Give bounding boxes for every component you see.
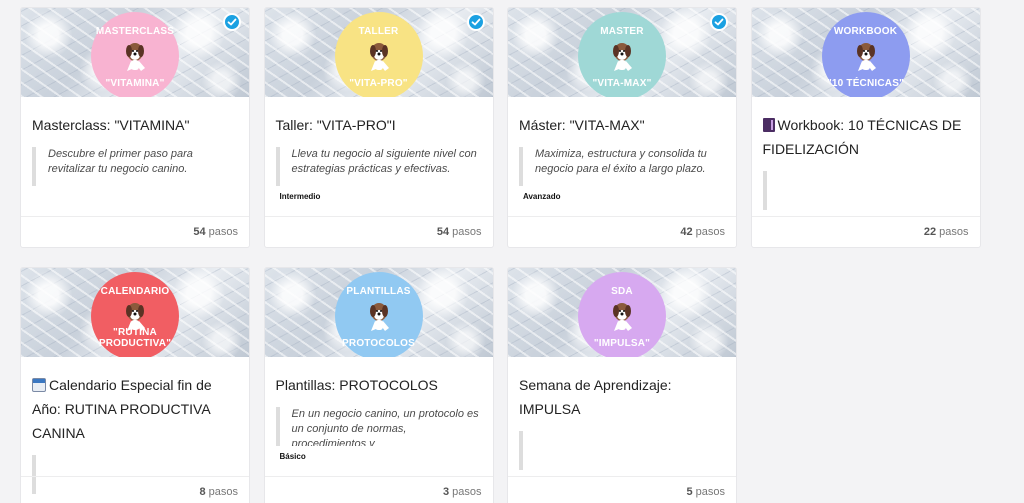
step-count-label: pasos	[695, 226, 725, 238]
check-circle-icon	[466, 13, 485, 31]
step-count-number: 54	[436, 226, 450, 238]
course-excerpt-text: Maximiza, estructura y consolida tu nego…	[535, 148, 707, 175]
course-card-calendario[interactable]: CALENDARIO "RUTINA PRODUCTIVA" Calendari…	[20, 267, 250, 503]
step-count-number: 3	[442, 486, 450, 498]
course-badge-bottom-text: "RUTINA PRODUCTIVA"	[98, 327, 172, 349]
course-card-footer: 54 pasos	[264, 216, 493, 247]
course-excerpt: En un negocio canino, un protocolo es un…	[275, 407, 482, 446]
course-title-text: Workbook: 10 TÉCNICAS DE FIDELIZACIÓN	[762, 117, 962, 157]
course-title[interactable]: Calendario Especial fin de Año: RUTINA P…	[32, 373, 238, 445]
course-step-count: 54 pasos	[193, 226, 238, 238]
calendar-icon	[32, 378, 46, 392]
course-card-footer: 3 pasos	[264, 476, 493, 503]
course-card-workbook[interactable]: WORKBOOK "10 TÉCNICAS" Workbook: 10 TÉCN…	[750, 7, 981, 248]
course-excerpt	[762, 171, 969, 210]
course-badge-bottom-text: "VITAMINA"	[105, 78, 165, 89]
dabbing-dog-icon	[613, 303, 632, 331]
course-level-label: Intermedio	[279, 192, 321, 201]
course-badge: TALLER "VITA-PRO"	[334, 12, 423, 97]
course-step-count: 42 pasos	[680, 226, 725, 238]
step-count-label: pasos	[939, 226, 969, 238]
course-card-impulsa[interactable]: SDA "IMPULSA" Semana de Aprendizaje: IMP…	[507, 267, 737, 503]
course-excerpt: Lleva tu negocio al siguiente nivel con …	[275, 147, 482, 186]
course-grid: MASTERCLASS "VITAMINA" Masterclass: "VIT…	[20, 7, 981, 503]
course-badge: SDA "IMPULSA"	[578, 272, 666, 357]
course-excerpt-text: Lleva tu negocio al siguiente nivel con …	[291, 148, 477, 175]
course-title[interactable]: Semana de Aprendizaje: IMPULSA	[519, 373, 725, 421]
course-card-footer: 22 pasos	[751, 216, 980, 247]
course-badge-bottom-text: "10 TÉCNICAS"	[826, 78, 905, 89]
course-title[interactable]: Plantillas: PROTOCOLOS	[276, 373, 482, 397]
course-title[interactable]: Máster: "VITA-MAX"	[519, 113, 725, 137]
course-excerpt-text: En un negocio canino, un protocolo es un…	[291, 408, 479, 446]
course-step-count: 54 pasos	[437, 226, 482, 238]
course-card-body: Semana de Aprendizaje: IMPULSA	[508, 357, 736, 478]
course-excerpt-text: Descubre el primer paso para revitalizar…	[48, 148, 193, 175]
dabbing-dog-icon	[856, 43, 876, 71]
dabbing-dog-icon	[369, 303, 389, 331]
course-badge: MASTERCLASS "VITAMINA"	[91, 12, 179, 97]
step-count-number: 42	[680, 226, 693, 238]
course-badge: MASTER "VITA-MAX"	[578, 12, 666, 97]
course-title-text: Calendario Especial fin de Año: RUTINA P…	[32, 377, 212, 441]
step-count-label: pasos	[452, 486, 482, 498]
course-cover-image: TALLER "VITA-PRO"	[264, 8, 493, 97]
course-card-footer: 54 pasos	[21, 216, 249, 247]
step-count-number: 5	[686, 486, 693, 498]
course-card-vita-pro[interactable]: TALLER "VITA-PRO" Taller: "VITA-PRO"I Ll…	[263, 7, 494, 248]
course-card-body: Calendario Especial fin de Año: RUTINA P…	[21, 357, 249, 494]
course-card-body: Taller: "VITA-PRO"I Lleva tu negocio al …	[265, 97, 493, 218]
course-title[interactable]: Workbook: 10 TÉCNICAS DE FIDELIZACIÓN	[762, 113, 969, 161]
step-count-label: pasos	[695, 486, 725, 498]
course-card-body: Máster: "VITA-MAX" Maximiza, estructura …	[508, 97, 736, 218]
course-card-body: Workbook: 10 TÉCNICAS DE FIDELIZACIÓN	[752, 97, 980, 218]
course-card-footer: 42 pasos	[508, 216, 736, 247]
course-step-count: 8 pasos	[199, 486, 238, 498]
course-card-body: Plantillas: PROTOCOLOS En un negocio can…	[265, 357, 493, 478]
course-badge-bottom-text: PROTOCOLOS	[342, 338, 415, 349]
course-card-footer: 5 pasos	[508, 476, 736, 503]
course-step-count: 22 pasos	[924, 226, 969, 238]
course-card-vita-max[interactable]: MASTER "VITA-MAX" Máster: "VITA-MAX" Max…	[507, 7, 737, 248]
course-excerpt	[519, 431, 725, 470]
book-icon	[762, 118, 775, 132]
course-excerpt: Descubre el primer paso para revitalizar…	[32, 147, 238, 186]
course-badge: PLANTILLAS PROTOCOLOS	[334, 272, 423, 357]
course-badge-bottom-text: "IMPULSA"	[593, 338, 651, 349]
course-cover-image: PLANTILLAS PROTOCOLOS	[264, 268, 493, 357]
course-level-label: Avanzado	[523, 192, 561, 201]
course-cover-image: SDA "IMPULSA"	[508, 268, 736, 357]
step-count-number: 8	[199, 486, 206, 498]
course-cover-image: WORKBOOK "10 TÉCNICAS"	[751, 8, 980, 97]
course-cover-image: MASTER "VITA-MAX"	[508, 8, 736, 97]
course-badge: CALENDARIO "RUTINA PRODUCTIVA"	[91, 272, 179, 357]
step-count-label: pasos	[208, 486, 238, 498]
check-circle-icon	[710, 13, 728, 31]
course-excerpt: Maximiza, estructura y consolida tu nego…	[519, 147, 725, 186]
course-badge: WORKBOOK "10 TÉCNICAS"	[821, 12, 910, 97]
course-badge-bottom-text: "VITA-PRO"	[349, 78, 408, 89]
step-count-label: pasos	[452, 226, 482, 238]
course-title[interactable]: Masterclass: "VITAMINA"	[32, 113, 238, 137]
course-step-count: 3 pasos	[443, 486, 482, 498]
course-card-body: Masterclass: "VITAMINA" Descubre el prim…	[21, 97, 249, 218]
dabbing-dog-icon	[369, 43, 389, 71]
course-cover-image: MASTERCLASS "VITAMINA"	[21, 8, 249, 97]
course-step-count: 5 pasos	[686, 486, 725, 498]
course-card-vitamina[interactable]: MASTERCLASS "VITAMINA" Masterclass: "VIT…	[20, 7, 250, 248]
step-count-number: 22	[923, 226, 937, 238]
course-title[interactable]: Taller: "VITA-PRO"I	[276, 113, 482, 137]
check-circle-icon	[223, 13, 241, 31]
course-grid-page: MASTERCLASS "VITAMINA" Masterclass: "VIT…	[0, 0, 1024, 503]
course-level-label: Básico	[279, 452, 306, 461]
course-card-plantillas[interactable]: PLANTILLAS PROTOCOLOS Plantillas: PROTOC…	[263, 267, 494, 503]
course-card-footer: 8 pasos	[21, 476, 249, 503]
dabbing-dog-icon	[613, 43, 632, 71]
course-badge-bottom-text: "VITA-MAX"	[592, 78, 652, 89]
step-count-label: pasos	[208, 226, 238, 238]
dabbing-dog-icon	[126, 43, 145, 71]
course-cover-image: CALENDARIO "RUTINA PRODUCTIVA"	[21, 268, 249, 357]
step-count-number: 54	[193, 226, 206, 238]
